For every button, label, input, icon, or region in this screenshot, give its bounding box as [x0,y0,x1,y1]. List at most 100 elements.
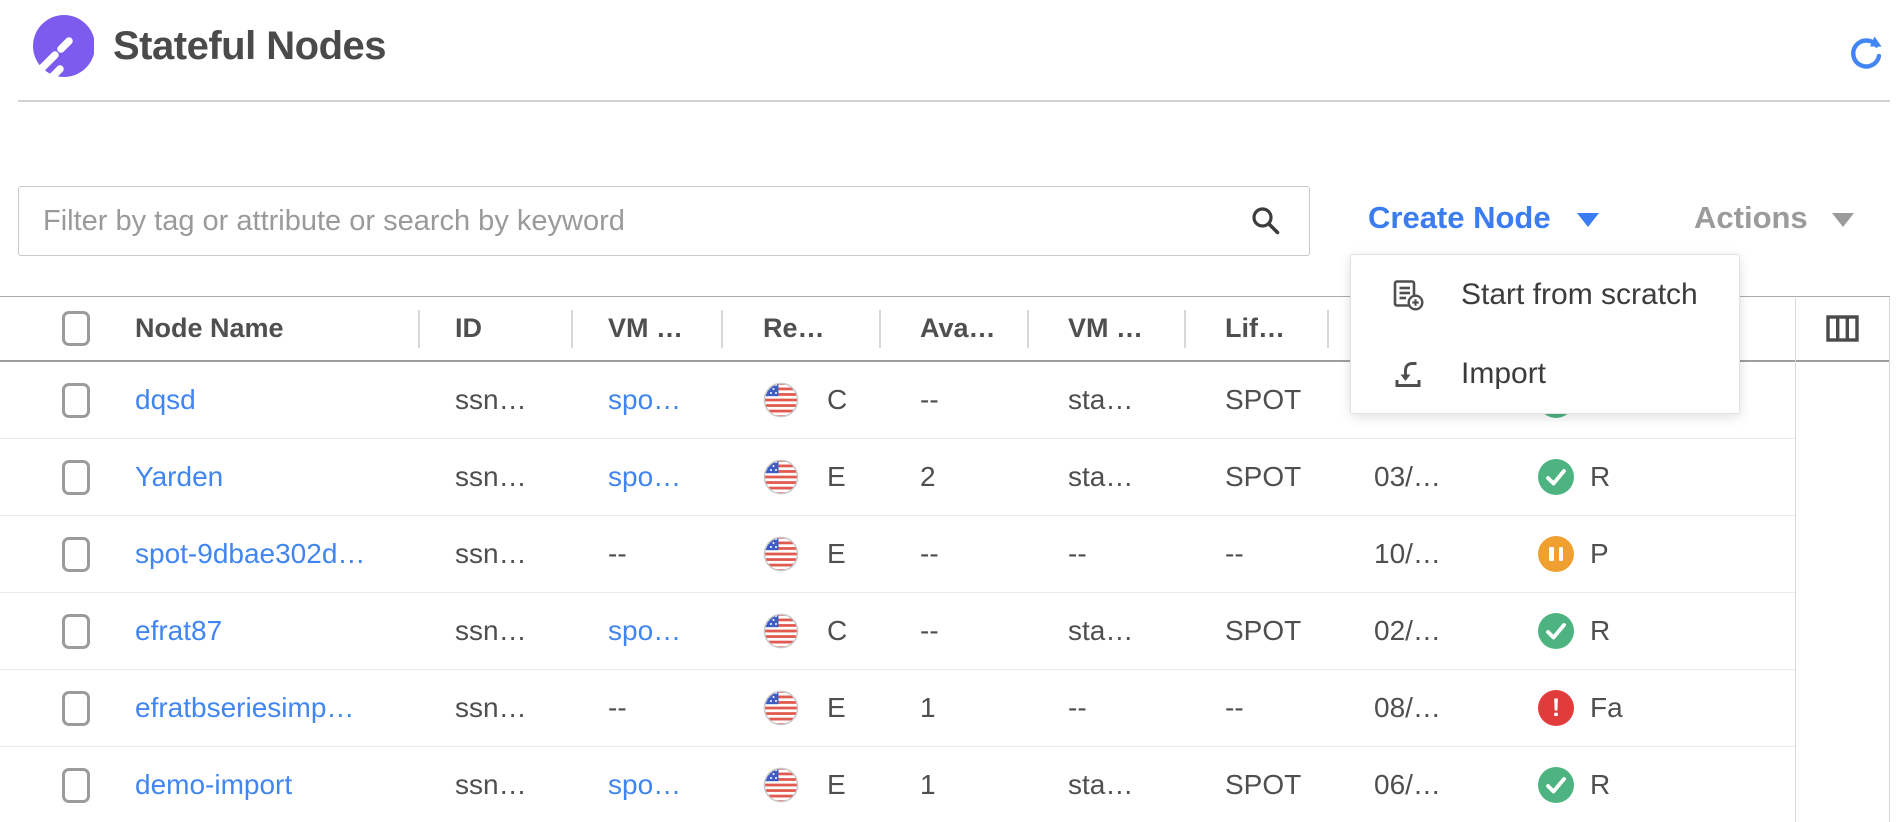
lifecycle: -- [1184,692,1327,724]
us-flag-icon [763,613,799,649]
node-id: ssn… [418,384,571,416]
table-row: efrat87 ssn… spo… [0,593,1890,670]
status-label: R [1590,461,1610,493]
create-node-menu: Start from scratch Import [1350,254,1740,414]
vm-name[interactable]: spo… [571,461,721,493]
table-row: Yarden ssn… spo… [0,439,1890,516]
spot-logo-icon [24,12,94,86]
column-header-availability-zone: Ava… [920,313,996,344]
select-all-checkbox[interactable] [62,311,90,346]
availability-zone: -- [879,384,1027,416]
region-letter: E [827,461,846,493]
stateful-nodes-page: Stateful Nodes Create Node Actions [0,0,1898,822]
vm-size: sta… [1027,461,1184,493]
us-flag-icon [763,382,799,418]
status-cell: ! P [1532,536,1795,572]
status-failed-icon: ! [1538,690,1574,726]
vm-size: -- [1027,692,1184,724]
vm-size: -- [1027,538,1184,570]
column-picker-button[interactable] [1823,309,1863,349]
node-name-link[interactable]: spot-9dbae302d… [118,538,418,570]
status-running-icon [1538,613,1574,649]
lifecycle: -- [1184,538,1327,570]
row-checkbox[interactable] [62,537,90,572]
availability-zone: 1 [879,692,1027,724]
status-label: R [1590,769,1610,801]
availability-zone: -- [879,538,1027,570]
vm-name: -- [571,692,721,724]
node-id: ssn… [418,461,571,493]
column-header-region: Re… [763,313,825,344]
vm-name[interactable]: spo… [571,769,721,801]
column-header-id: ID [455,313,482,344]
availability-zone: -- [879,615,1027,647]
region-cell: E [721,536,879,572]
region-letter: E [827,538,846,570]
node-name-link[interactable]: efratbseriesimp… [118,692,418,724]
menu-item-label: Import [1461,357,1546,391]
menu-item-label: Start from scratch [1461,278,1698,312]
node-name-link[interactable]: Yarden [118,461,418,493]
region-cell: E [721,459,879,495]
vm-name[interactable]: spo… [571,615,721,647]
refresh-icon [1846,34,1886,74]
us-flag-icon [763,690,799,726]
lifecycle: SPOT [1184,461,1327,493]
status-paused-icon [1538,536,1574,572]
region-letter: C [827,384,847,416]
row-checkbox[interactable] [62,460,90,495]
status-running-icon [1538,459,1574,495]
refresh-button[interactable] [1846,34,1886,74]
row-checkbox[interactable] [62,768,90,803]
lifecycle: SPOT [1184,384,1327,416]
vm-size: sta… [1027,384,1184,416]
import-icon [1391,357,1425,391]
node-name-link[interactable]: dqsd [118,384,418,416]
view-columns-icon [1823,309,1863,349]
region-letter: C [827,615,847,647]
table-row: demo-import ssn… spo… [0,747,1890,822]
us-flag-icon [763,459,799,495]
actions-button[interactable]: Actions [1694,192,1854,244]
table-row: spot-9dbae302d… ssn… -- [0,516,1890,593]
created-date: 06/… [1327,769,1532,801]
status-running-icon [1538,767,1574,803]
lifecycle: SPOT [1184,615,1327,647]
column-header-vm-size: VM … [1068,313,1143,344]
column-header-vm-name: VM … [608,313,683,344]
filter-box [18,186,1310,256]
row-checkbox[interactable] [62,383,90,418]
region-cell: C [721,382,879,418]
status-label: Fa [1590,692,1623,724]
created-date: 08/… [1327,692,1532,724]
filter-input[interactable] [18,186,1310,256]
region-cell: E [721,690,879,726]
node-name-link[interactable]: demo-import [118,769,418,801]
column-header-node-name: Node Name [135,313,284,344]
vm-name[interactable]: spo… [571,384,721,416]
header-divider [18,100,1890,102]
chevron-down-icon [1832,213,1854,227]
column-header-lifecycle: Lif… [1225,313,1285,344]
region-cell: E [721,767,879,803]
vm-name: -- [571,538,721,570]
created-date: 03/… [1327,461,1532,493]
node-id: ssn… [418,692,571,724]
vm-size: sta… [1027,615,1184,647]
pinned-column-header [1796,298,1889,362]
row-checkbox[interactable] [62,614,90,649]
menu-item-import[interactable]: Import [1351,334,1739,413]
availability-zone: 2 [879,461,1027,493]
create-node-button[interactable]: Create Node [1368,192,1599,244]
us-flag-icon [763,536,799,572]
node-id: ssn… [418,769,571,801]
node-id: ssn… [418,538,571,570]
table-body: dqsd ssn… spo… [0,362,1890,822]
row-checkbox[interactable] [62,691,90,726]
actions-label: Actions [1694,200,1808,236]
menu-item-start-from-scratch[interactable]: Start from scratch [1351,255,1739,334]
node-id: ssn… [418,615,571,647]
page-title: Stateful Nodes [113,24,386,69]
node-name-link[interactable]: efrat87 [118,615,418,647]
created-date: 10/… [1327,538,1532,570]
